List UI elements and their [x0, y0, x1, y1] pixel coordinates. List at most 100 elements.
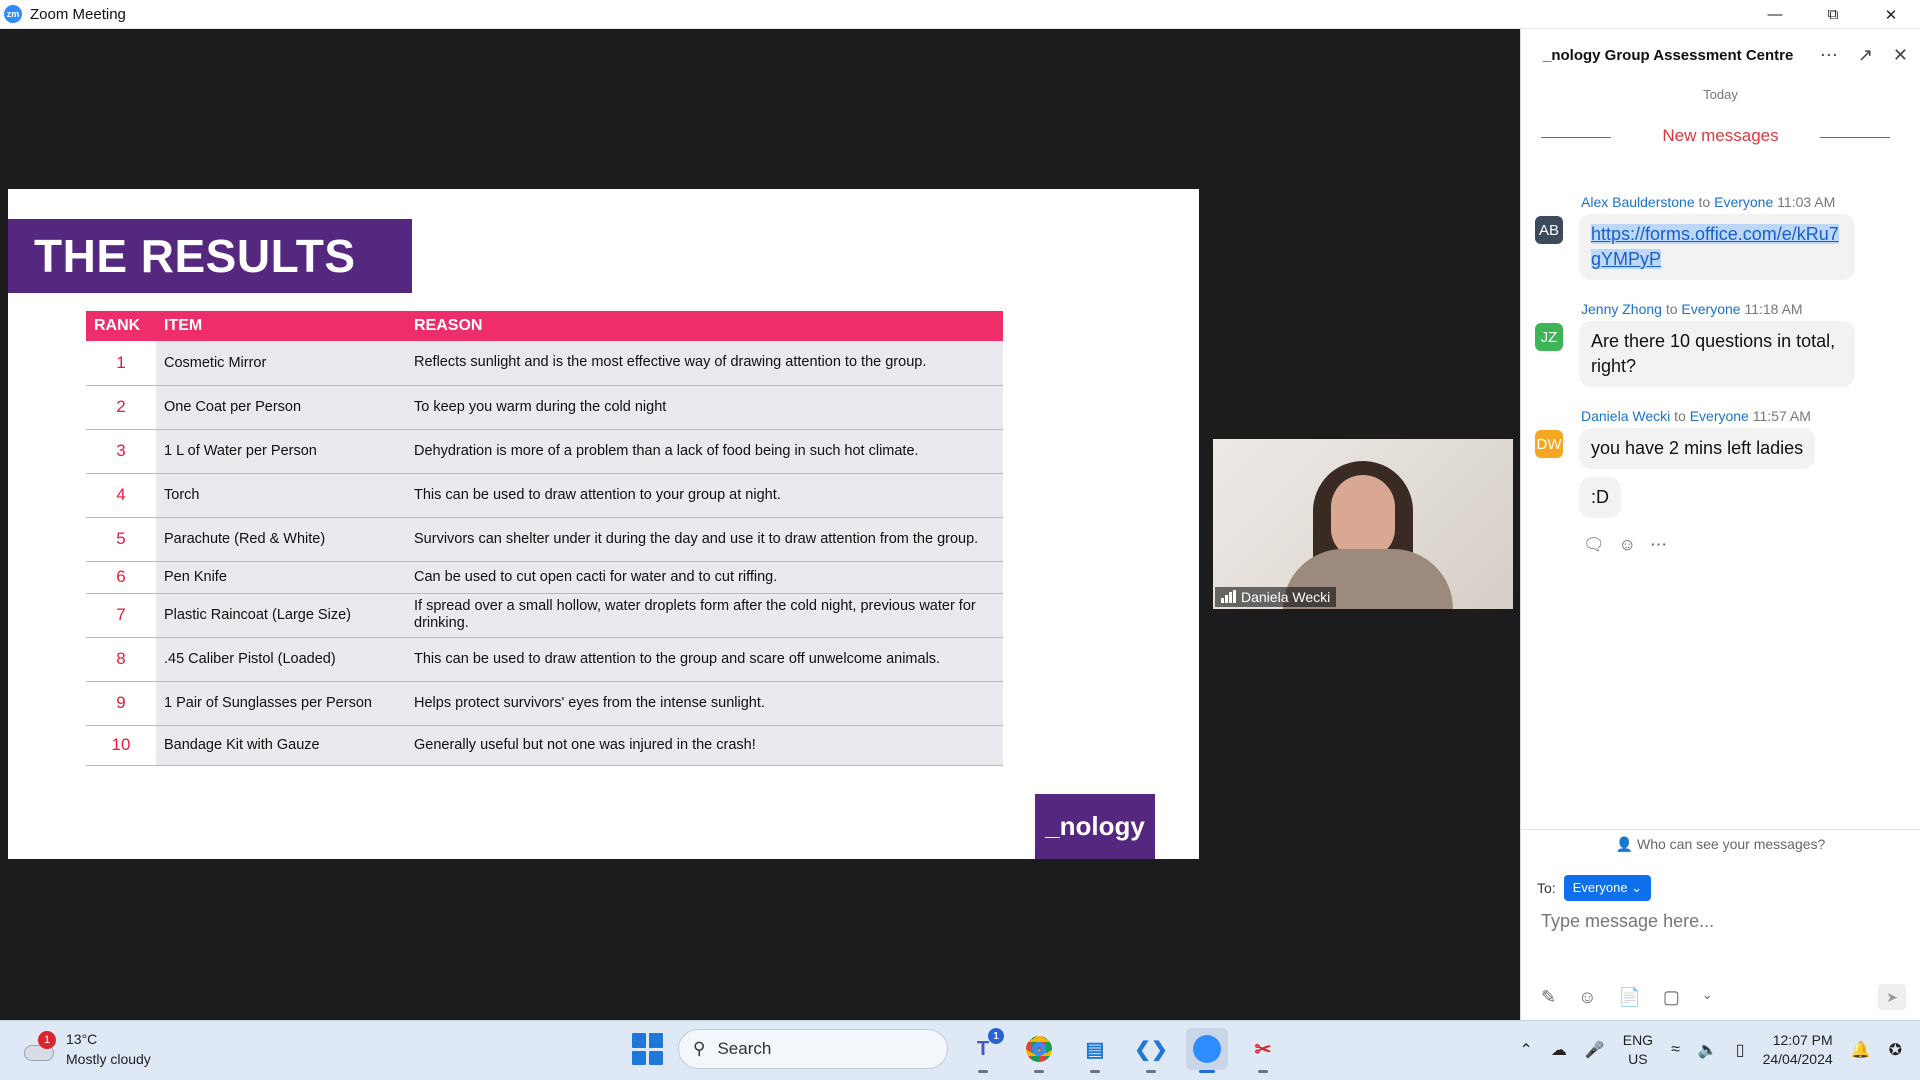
item-cell: 1 Pair of Sunglasses per Person — [156, 681, 406, 726]
recipient-dropdown[interactable]: Everyone ⌄ — [1563, 875, 1652, 901]
zoom-icon[interactable] — [1186, 1028, 1228, 1073]
reason-cell: To keep you warm during the cold night — [406, 385, 1003, 430]
battery-icon[interactable]: ▯ — [1736, 1040, 1745, 1060]
people-icon: 👤 — [1615, 836, 1634, 852]
who-can-see-link[interactable]: 👤 Who can see your messages? — [1521, 836, 1920, 853]
chevron-down-icon: ⌄ — [1631, 880, 1643, 895]
weather-badge: 1 — [38, 1031, 56, 1049]
message-time: 11:57 AM — [1752, 408, 1811, 424]
message-time: 11:18 AM — [1744, 301, 1803, 317]
table-row: 31 L of Water per Person Dehydration is m… — [86, 429, 1003, 474]
search-label: Search — [717, 1039, 772, 1058]
wifi-icon[interactable]: ≈ — [1671, 1041, 1680, 1059]
vscode-icon[interactable]: ❮❯ — [1130, 1028, 1172, 1073]
microphone-icon[interactable]: 🎤 — [1585, 1040, 1605, 1060]
window-titlebar: zm Zoom Meeting — ⧉ ✕ — [0, 0, 1920, 29]
volume-icon[interactable]: 🔈 — [1698, 1040, 1718, 1060]
onedrive-icon[interactable]: ☁ — [1551, 1040, 1567, 1060]
participant-video-tile[interactable]: Daniela Wecki — [1213, 439, 1513, 609]
message-sender[interactable]: Daniela Wecki — [1581, 408, 1670, 424]
copilot-icon[interactable]: ✪ — [1889, 1040, 1902, 1060]
participant-name: Daniela Wecki — [1241, 589, 1331, 605]
minimize-button[interactable]: — — [1746, 0, 1804, 29]
divider — [1521, 829, 1920, 830]
table-row: 2 One Coat per Person To keep you warm dur… — [86, 385, 1003, 430]
message-input[interactable] — [1541, 911, 1901, 932]
reason-cell: Can be used to cut open cacti for water … — [406, 561, 1003, 594]
column-header-rank: RANK — [86, 311, 156, 341]
avatar: AB — [1535, 216, 1563, 244]
notepad-icon[interactable]: ▤ — [1074, 1028, 1116, 1073]
search-icon: ⚲ — [693, 1039, 706, 1058]
clock-time: 12:07 PM — [1772, 1032, 1833, 1048]
taskbar: 1 13°C Mostly cloudy ⚲ Search T1 ▤ ❮❯ ✂ … — [0, 1020, 1920, 1080]
chevron-down-icon[interactable]: ⌄ — [1702, 987, 1713, 1008]
reply-icon[interactable]: 🗨 — [1583, 535, 1605, 555]
more-actions-icon[interactable]: ⋯ — [1650, 535, 1667, 555]
temperature: 13°C — [66, 1031, 98, 1047]
rank-cell: 10 — [86, 725, 156, 766]
taskbar-search[interactable]: ⚲ Search — [678, 1029, 948, 1069]
table-row: 6 Pen Knife Can be used to cut open cacti … — [86, 561, 1003, 594]
rank-cell: 1 — [86, 341, 156, 386]
format-text-icon[interactable]: ✎ — [1541, 987, 1556, 1008]
day-divider: Today — [1703, 87, 1738, 102]
language-indicator[interactable]: ENG US — [1623, 1031, 1653, 1069]
item-cell: 1 L of Water per Person — [156, 429, 406, 474]
rank-cell: 5 — [86, 517, 156, 562]
add-reaction-icon[interactable]: ☺ — [1619, 535, 1636, 555]
chevron-up-icon[interactable]: ⌃ — [1519, 1040, 1532, 1060]
column-header-reason: REASON — [406, 311, 1003, 341]
chat-panel: _nology Group Assessment Centre ⋯ ↗ ✕ To… — [1520, 29, 1920, 1020]
reason-cell: Survivors can shelter under it during th… — [406, 517, 1003, 562]
teams-icon[interactable]: T1 — [962, 1028, 1004, 1073]
reason-cell: Helps protect survivors' eyes from the i… — [406, 681, 1003, 726]
restore-button[interactable]: ⧉ — [1804, 0, 1862, 29]
file-icon[interactable]: 📄 — [1618, 987, 1640, 1008]
reason-cell: This can be used to draw attention to th… — [406, 637, 1003, 682]
rank-cell: 6 — [86, 561, 156, 594]
reason-cell: Generally useful but not one was injured… — [406, 725, 1003, 766]
new-messages-divider: New messages — [1521, 126, 1920, 146]
language-code: ENG — [1622, 1032, 1654, 1048]
emoji-icon[interactable]: ☺ — [1578, 987, 1596, 1008]
snipping-tool-icon[interactable]: ✂ — [1242, 1028, 1284, 1073]
table-row: 8.45 Caliber Pistol (Loaded) This can be … — [86, 637, 1003, 682]
message-recipient: Everyone — [1681, 301, 1741, 317]
clock[interactable]: 12:07 PM 24/04/2024 — [1763, 1031, 1833, 1069]
message-bubble: Are there 10 questions in total, right? — [1579, 321, 1855, 387]
rank-cell: 4 — [86, 473, 156, 518]
more-options-icon[interactable]: ⋯ — [1820, 45, 1838, 66]
rank-cell: 3 — [86, 429, 156, 474]
rank-cell: 8 — [86, 637, 156, 682]
zoom-app-icon: zm — [4, 5, 22, 23]
rank-cell: 2 — [86, 385, 156, 430]
recipient-value: Everyone — [1572, 880, 1628, 895]
item-cell: Parachute (Red & White) — [156, 517, 406, 562]
item-cell: Plastic Raincoat (Large Size) — [156, 593, 406, 638]
to-label: To: — [1537, 880, 1556, 896]
form-link[interactable]: https://forms.office.com/e/kRu7gYMPyP — [1591, 224, 1839, 269]
close-chat-icon[interactable]: ✕ — [1893, 45, 1908, 66]
send-button[interactable]: ➤ — [1878, 984, 1906, 1010]
item-cell: One Coat per Person — [156, 385, 406, 430]
table-row: 4 Torch This can be used to draw attention… — [86, 473, 1003, 518]
pop-out-icon[interactable]: ↗ — [1858, 45, 1873, 66]
notification-bell-icon[interactable]: 🔔 — [1851, 1040, 1871, 1060]
weather-widget[interactable]: 1 13°C Mostly cloudy — [22, 1029, 151, 1069]
close-window-button[interactable]: ✕ — [1862, 0, 1920, 29]
message-sender[interactable]: Alex Baulderstone — [1581, 194, 1695, 210]
start-icon[interactable] — [632, 1033, 664, 1065]
table-row: 1 Cosmetic Mirror Reflects sunlight and is… — [86, 341, 1003, 386]
screenshot-icon[interactable]: ▢ — [1663, 987, 1680, 1008]
message-to-word: to — [1665, 301, 1678, 317]
column-header-item: ITEM — [156, 311, 406, 341]
item-cell: .45 Caliber Pistol (Loaded) — [156, 637, 406, 682]
signal-strength-icon — [1221, 590, 1236, 603]
avatar: DW — [1535, 430, 1563, 458]
item-cell: Cosmetic Mirror — [156, 341, 406, 386]
chrome-icon[interactable] — [1018, 1028, 1060, 1073]
reason-cell: Reflects sunlight and is the most effect… — [406, 341, 1003, 386]
slide-heading: THE RESULTS — [8, 219, 412, 293]
message-sender[interactable]: Jenny Zhong — [1581, 301, 1662, 317]
